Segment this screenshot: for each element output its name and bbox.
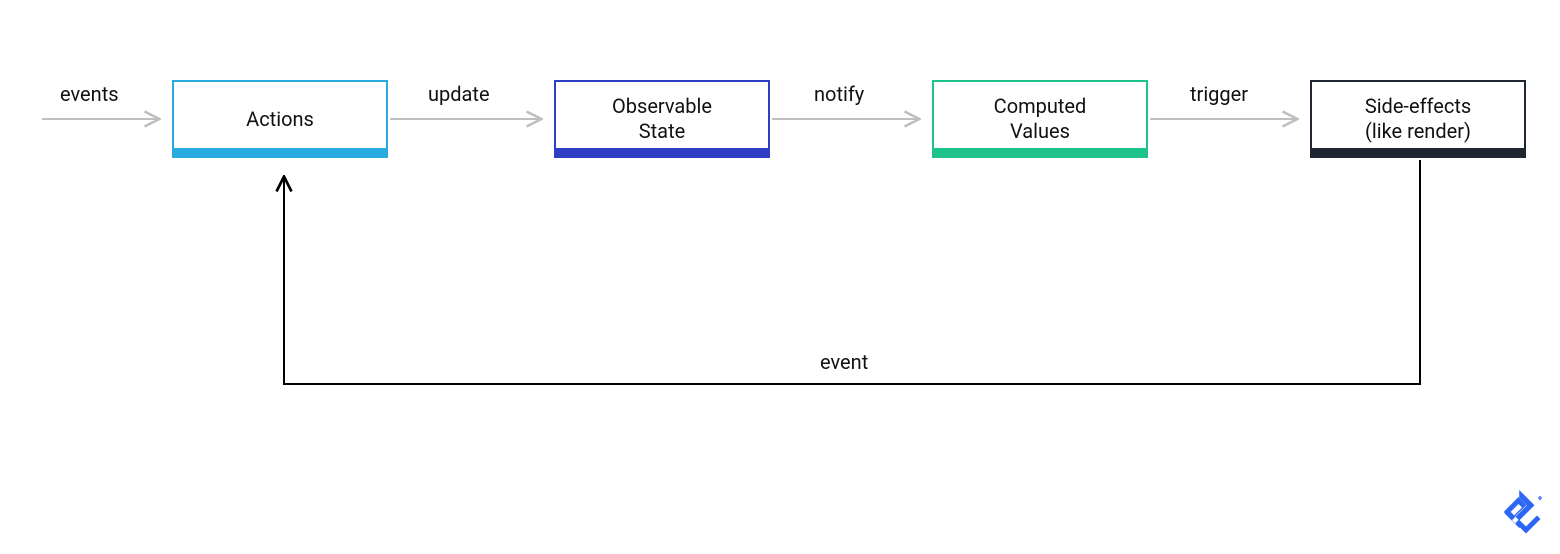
node-computed-label: ComputedValues: [994, 94, 1087, 144]
node-effects: Side-effects(like render): [1310, 80, 1526, 158]
edge-label-notify: notify: [814, 82, 864, 106]
node-actions-underline: [172, 148, 388, 158]
node-state: ObservableState: [554, 80, 770, 158]
toptal-logo: R: [1504, 490, 1542, 540]
diagram-canvas: events update notify trigger event Actio…: [0, 0, 1560, 554]
edge-label-events: events: [60, 82, 119, 106]
node-actions-label: Actions: [246, 107, 314, 132]
node-effects-label: Side-effects(like render): [1365, 94, 1471, 144]
node-computed-underline: [932, 148, 1148, 158]
node-actions: Actions: [172, 80, 388, 158]
node-state-label: ObservableState: [612, 94, 712, 144]
node-computed: ComputedValues: [932, 80, 1148, 158]
edge-label-trigger: trigger: [1190, 82, 1248, 106]
edge-label-event: event: [820, 350, 868, 374]
node-state-underline: [554, 148, 770, 158]
node-effects-underline: [1310, 148, 1526, 158]
edge-label-update: update: [428, 82, 490, 106]
toptal-logo-icon: R: [1504, 490, 1542, 536]
